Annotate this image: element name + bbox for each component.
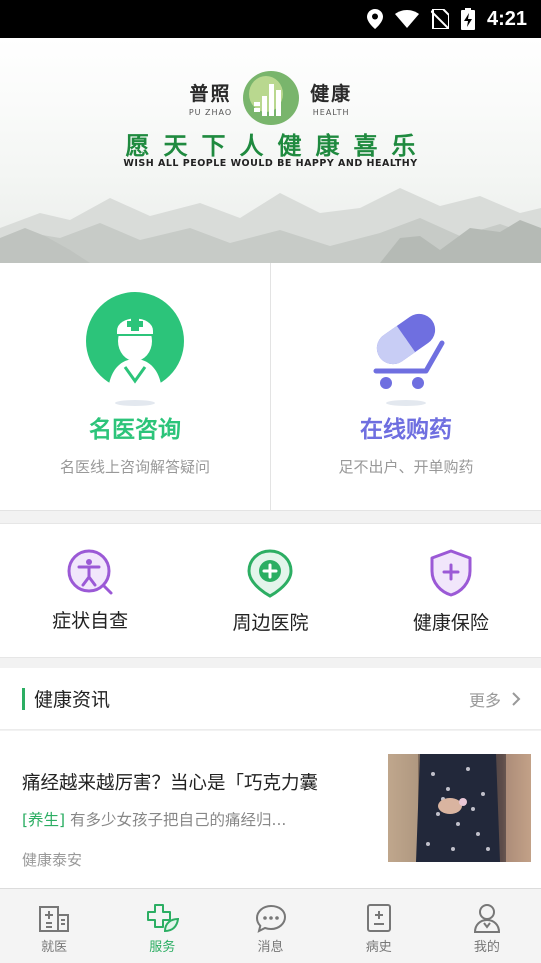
- symptom-check-label: 症状自查: [52, 610, 129, 632]
- health-insurance-label: 健康保险: [412, 612, 489, 634]
- tab-history[interactable]: 病史: [325, 889, 433, 963]
- tab-profile[interactable]: 我的: [433, 889, 541, 963]
- health-news-title: 健康资讯: [34, 689, 111, 711]
- status-bar: 4:21: [0, 0, 541, 38]
- health-insurance-item[interactable]: 健康保险: [361, 524, 541, 657]
- featured-services: 名医咨询 名医线上咨询解答疑问 在线购药 足不出户、开单购药: [0, 263, 541, 511]
- news-source: 健康泰安: [22, 851, 83, 869]
- more-label: 更多: [468, 690, 501, 710]
- pill-cart-icon: [373, 313, 445, 406]
- news-list-item[interactable]: 痛经越来越厉害？当心是「巧克力囊 [养生] 有多少女孩子把自己的痛经归... 健…: [0, 731, 541, 888]
- tab-services-label: 服务: [149, 940, 176, 955]
- user-icon: [473, 904, 500, 933]
- news-summary-text: 有多少女孩子把自己的痛经归...: [65, 811, 287, 829]
- brand-en-left: PU ZHAO: [188, 108, 233, 117]
- brand-cn-left: 普照: [189, 83, 232, 105]
- brand-cn-right: 健康: [310, 83, 353, 105]
- quick-services: 症状自查 周边医院 健康保险: [0, 523, 541, 658]
- tab-medical-label: 就医: [41, 940, 68, 955]
- online-pharmacy-card[interactable]: 在线购药 足不出户、开单购药: [270, 263, 541, 510]
- tab-messages[interactable]: 消息: [216, 889, 324, 963]
- tab-medical[interactable]: 就医: [0, 889, 108, 963]
- hospital-icon: [39, 906, 70, 932]
- chat-icon: [255, 904, 286, 933]
- banner-slogan: 愿天下人健康喜乐: [125, 132, 430, 160]
- section-accent-bar: [22, 687, 25, 710]
- banner-slogan-en: WISH ALL PEOPLE WOULD BE HAPPY AND HEALT…: [123, 158, 418, 169]
- doctor-consult-subtitle: 名医线上咨询解答疑问: [59, 458, 210, 476]
- location-plus-icon: [247, 549, 293, 598]
- news-headline: 痛经越来越厉害？当心是「巧克力囊: [22, 773, 319, 794]
- news-summary: [养生] 有多少女孩子把自己的痛经归...: [22, 808, 362, 830]
- tab-profile-label: 我的: [473, 940, 500, 955]
- battery-charging-icon: [460, 8, 475, 30]
- shield-plus-icon: [430, 549, 472, 597]
- record-icon: [366, 904, 391, 932]
- wifi-icon: [394, 10, 419, 28]
- tab-messages-label: 消息: [257, 940, 284, 955]
- promo-banner[interactable]: 普照 PU ZHAO 健康 HEALTH 愿天下人健康喜乐 WISH ALL P…: [0, 38, 541, 263]
- health-news-header: 健康资讯 更多: [0, 668, 541, 730]
- brand-name-right: 健康 HEALTH: [310, 79, 352, 117]
- brand-logo-row: 普照 PU ZHAO 健康 HEALTH: [0, 70, 541, 126]
- doctor-consult-title: 名医咨询: [89, 417, 181, 443]
- nearby-hospital-label: 周边医院: [232, 612, 309, 634]
- status-time: 4:21: [486, 7, 527, 30]
- brand-en-right: HEALTH: [312, 108, 350, 117]
- symptom-check-item[interactable]: 症状自查: [0, 524, 180, 657]
- doctor-icon: [86, 292, 184, 406]
- doctor-consult-card[interactable]: 名医咨询 名医线上咨询解答疑问: [0, 263, 270, 510]
- location-icon: [366, 9, 383, 29]
- online-pharmacy-title: 在线购药: [360, 417, 452, 443]
- brand-name-left: 普照 PU ZHAO: [189, 79, 232, 117]
- bottom-tab-bar: 就医 服务 消息 病史 我的: [0, 888, 541, 963]
- nearby-hospital-item[interactable]: 周边医院: [180, 524, 360, 657]
- cross-leaf-icon: [147, 904, 180, 933]
- person-search-icon: [67, 549, 113, 595]
- chevron-right-icon: [512, 691, 521, 706]
- tab-services[interactable]: 服务: [108, 889, 216, 963]
- no-sim-icon: [430, 9, 449, 29]
- mountain-illustration: [0, 188, 541, 263]
- more-news-link[interactable]: 更多: [469, 687, 521, 711]
- brand-logo-icon: [243, 71, 300, 125]
- online-pharmacy-subtitle: 足不出户、开单购药: [338, 458, 474, 476]
- news-tag: [养生]: [22, 811, 66, 829]
- tab-history-label: 病史: [365, 940, 392, 955]
- news-thumbnail: [388, 754, 531, 862]
